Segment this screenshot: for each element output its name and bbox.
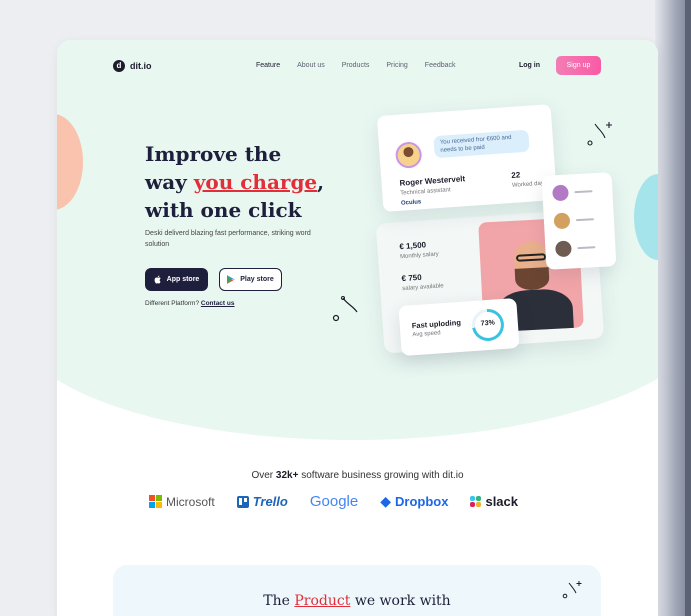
apple-icon bbox=[154, 275, 161, 284]
avatar bbox=[394, 141, 423, 169]
dropbox-wordmark: Dropbox bbox=[395, 494, 449, 509]
landing-page: d dit.io Feature About us Products Prici… bbox=[57, 40, 658, 616]
team-line-placeholder bbox=[577, 246, 596, 250]
contact-us-link[interactable]: Contact us bbox=[201, 300, 235, 307]
hero-headline: Improve the way you charge, with one cli… bbox=[145, 140, 355, 224]
nav-link-pricing[interactable]: Pricing bbox=[386, 62, 407, 69]
dropbox-logo: ◆ Dropbox bbox=[380, 493, 448, 510]
speed-title: Fast uploding bbox=[411, 317, 462, 331]
nav-links: Feature About us Products Pricing Feedba… bbox=[256, 62, 456, 69]
profile-card: You received fror €600 and needs to be p… bbox=[376, 104, 558, 212]
hero-subtext: Deski deliverd blazing fast performance,… bbox=[145, 230, 311, 248]
app-store-button[interactable]: App store bbox=[145, 268, 208, 291]
available-salary-label: salary available bbox=[402, 283, 444, 293]
team-line-placeholder bbox=[574, 190, 593, 194]
top-navigation: d dit.io Feature About us Products Prici… bbox=[57, 40, 658, 92]
nav-link-about-us[interactable]: About us bbox=[297, 62, 325, 69]
signup-button[interactable]: Sign up bbox=[556, 56, 601, 75]
team-list-card bbox=[541, 172, 617, 270]
slack-logo: slack bbox=[470, 494, 518, 509]
squiggle-icon bbox=[332, 296, 358, 322]
monthly-salary-value: € 1,500 bbox=[399, 240, 427, 252]
payment-message-bubble: You received fror €600 and needs to be p… bbox=[433, 129, 530, 159]
monthly-salary-label: Monthly salary bbox=[399, 251, 439, 261]
headline-post: , bbox=[317, 170, 325, 194]
google-wordmark: Google bbox=[309, 493, 359, 510]
microsoft-logo: Microsoft bbox=[149, 495, 215, 509]
slack-icon bbox=[470, 496, 482, 507]
trello-wordmark: Trello bbox=[252, 494, 288, 509]
available-salary-value: € 750 bbox=[401, 272, 422, 284]
sparkle-icon bbox=[587, 122, 612, 146]
product-title-post: we work with bbox=[350, 593, 451, 609]
trust-suffix: software business growing with dit.io bbox=[298, 470, 464, 481]
play-store-label: Play store bbox=[240, 276, 274, 283]
dropbox-icon: ◆ bbox=[380, 493, 392, 509]
profile-role: Technical assistant bbox=[400, 187, 451, 197]
headline-highlight: you charge bbox=[193, 170, 318, 194]
speed-subtitle: Avg speed bbox=[412, 330, 441, 339]
trello-icon bbox=[236, 495, 249, 508]
photo-beard-shape bbox=[514, 267, 550, 291]
headline-line-3: with one click bbox=[145, 198, 302, 222]
trello-logo: Trello bbox=[236, 494, 288, 509]
team-avatar bbox=[552, 184, 569, 202]
play-store-button[interactable]: Play store bbox=[219, 268, 282, 291]
play-store-icon bbox=[227, 275, 236, 284]
microsoft-wordmark: Microsoft bbox=[166, 494, 215, 509]
brand-name: dit.io bbox=[130, 61, 152, 71]
product-title-highlight: Product bbox=[294, 593, 351, 609]
logo-mark-icon: d bbox=[113, 60, 125, 72]
slack-wordmark: slack bbox=[485, 494, 519, 509]
worked-days-value: 22 bbox=[511, 170, 521, 180]
nav-link-products[interactable]: Products bbox=[342, 62, 370, 69]
login-link[interactable]: Log in bbox=[519, 62, 540, 69]
product-title-pre: The bbox=[263, 593, 295, 609]
profile-name: Roger Westervelt bbox=[399, 174, 466, 188]
app-store-label: App store bbox=[166, 276, 200, 283]
trust-count: 32k+ bbox=[275, 470, 299, 481]
team-line-placeholder bbox=[575, 218, 594, 222]
team-avatar bbox=[555, 240, 572, 258]
google-logo: Google bbox=[310, 493, 358, 510]
microsoft-icon bbox=[149, 495, 162, 508]
product-section-title: The Product we work with bbox=[113, 593, 601, 609]
brand-logo[interactable]: d dit.io bbox=[113, 60, 152, 72]
trust-statement: Over 32k+ software business growing with… bbox=[57, 470, 658, 481]
headline-pre: way bbox=[145, 170, 194, 194]
nav-link-feature[interactable]: Feature bbox=[256, 62, 280, 69]
nav-link-feedback[interactable]: Feedback bbox=[425, 62, 456, 69]
upload-speed-card: Fast uploding Avg speed 73% bbox=[398, 297, 520, 357]
window-edge-shadow bbox=[655, 0, 691, 616]
headline-line-1: Improve the bbox=[145, 142, 282, 166]
platform-question: Different Platform? bbox=[145, 300, 200, 307]
product-section: The Product we work with bbox=[113, 565, 601, 616]
different-platform-text: Different Platform? Contact us bbox=[145, 300, 234, 307]
trust-prefix: Over bbox=[251, 470, 276, 481]
partner-logos: Microsoft Trello Google ◆ Dropbox slack bbox=[149, 493, 518, 510]
team-avatar bbox=[553, 212, 571, 230]
profile-company: Oculus bbox=[400, 199, 422, 207]
